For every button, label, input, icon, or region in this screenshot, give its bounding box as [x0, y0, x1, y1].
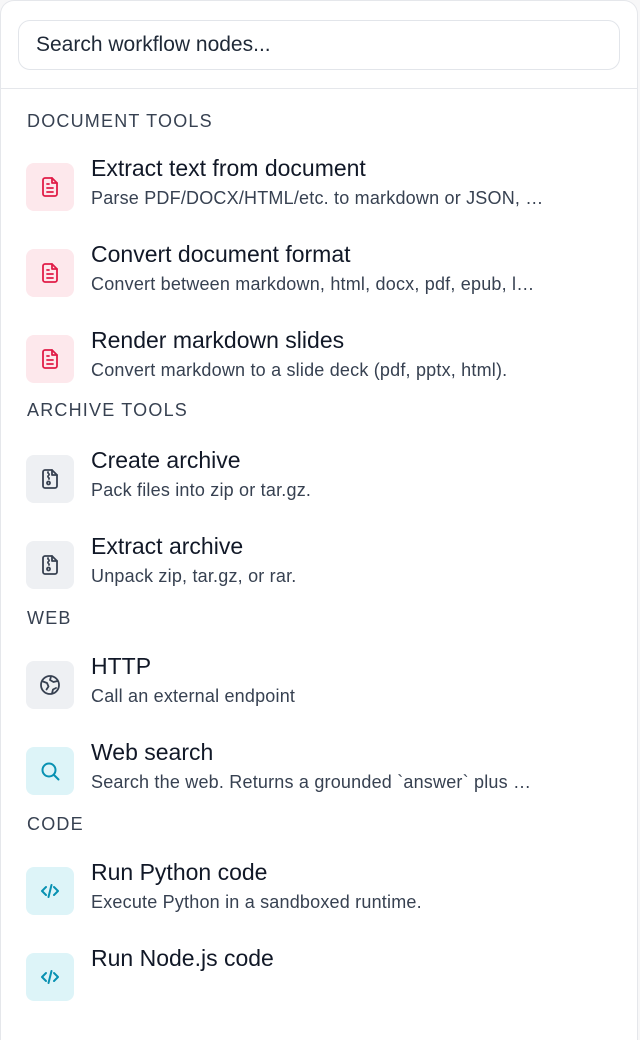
node-description: Search the web. Returns a grounded `answ… — [91, 772, 532, 792]
node-title: Run Node.js code — [91, 945, 274, 971]
search-input[interactable] — [18, 20, 620, 70]
document-icon — [26, 335, 74, 383]
node-title: Run Python code — [91, 859, 268, 885]
node-title: Extract text from document — [91, 155, 366, 181]
node-description: Pack files into zip or tar.gz. — [91, 480, 312, 500]
node-picker-panel: DOCUMENT TOOLS Extract text from documen… — [0, 0, 638, 1040]
node-item-extract-archive[interactable]: Extract archive Unpack zip, tar.gz, or r… — [1, 523, 637, 609]
node-title: Web search — [91, 739, 214, 765]
node-description: Execute Python in a sandboxed runtime. — [91, 892, 422, 912]
node-item-render-slides[interactable]: Render markdown slides Convert markdown … — [1, 317, 637, 403]
archive-icon — [26, 455, 74, 503]
node-item-extract-text[interactable]: Extract text from document Parse PDF/DOC… — [1, 145, 637, 231]
node-title: HTTP — [91, 653, 152, 679]
node-description: Unpack zip, tar.gz, or rar. — [91, 566, 297, 586]
node-description: Convert markdown to a slide deck (pdf, p… — [91, 360, 508, 380]
code-icon — [26, 867, 74, 915]
section-title-code: CODE — [27, 814, 84, 834]
node-description: Parse PDF/DOCX/HTML/etc. to markdown or … — [91, 188, 544, 208]
node-title: Extract archive — [91, 533, 244, 559]
node-description: Convert between markdown, html, docx, pd… — [91, 274, 535, 294]
node-item-convert-document[interactable]: Convert document format Convert between … — [1, 231, 637, 317]
search-bar — [1, 1, 637, 89]
section-title-web: WEB — [27, 608, 72, 628]
section-title-document-tools: DOCUMENT TOOLS — [27, 111, 213, 131]
archive-icon — [26, 541, 74, 589]
node-title: Create archive — [91, 447, 241, 473]
node-list[interactable]: DOCUMENT TOOLS Extract text from documen… — [1, 89, 637, 1021]
node-item-http[interactable]: HTTP Call an external endpoint — [1, 643, 637, 729]
search-icon — [26, 747, 74, 795]
node-description: Call an external endpoint — [91, 686, 296, 706]
section-title-archive-tools: ARCHIVE TOOLS — [27, 400, 188, 420]
node-item-create-archive[interactable]: Create archive Pack files into zip or ta… — [1, 437, 637, 523]
code-icon — [26, 953, 74, 1001]
node-item-run-python[interactable]: Run Python code Execute Python in a sand… — [1, 849, 637, 935]
document-icon — [26, 163, 74, 211]
node-item-web-search[interactable]: Web search Search the web. Returns a gro… — [1, 729, 637, 815]
node-title: Render markdown slides — [91, 327, 345, 353]
globe-icon — [26, 661, 74, 709]
node-title: Convert document format — [91, 241, 351, 267]
document-icon — [26, 249, 74, 297]
node-item-run-nodejs[interactable]: Run Node.js code — [1, 935, 637, 1021]
